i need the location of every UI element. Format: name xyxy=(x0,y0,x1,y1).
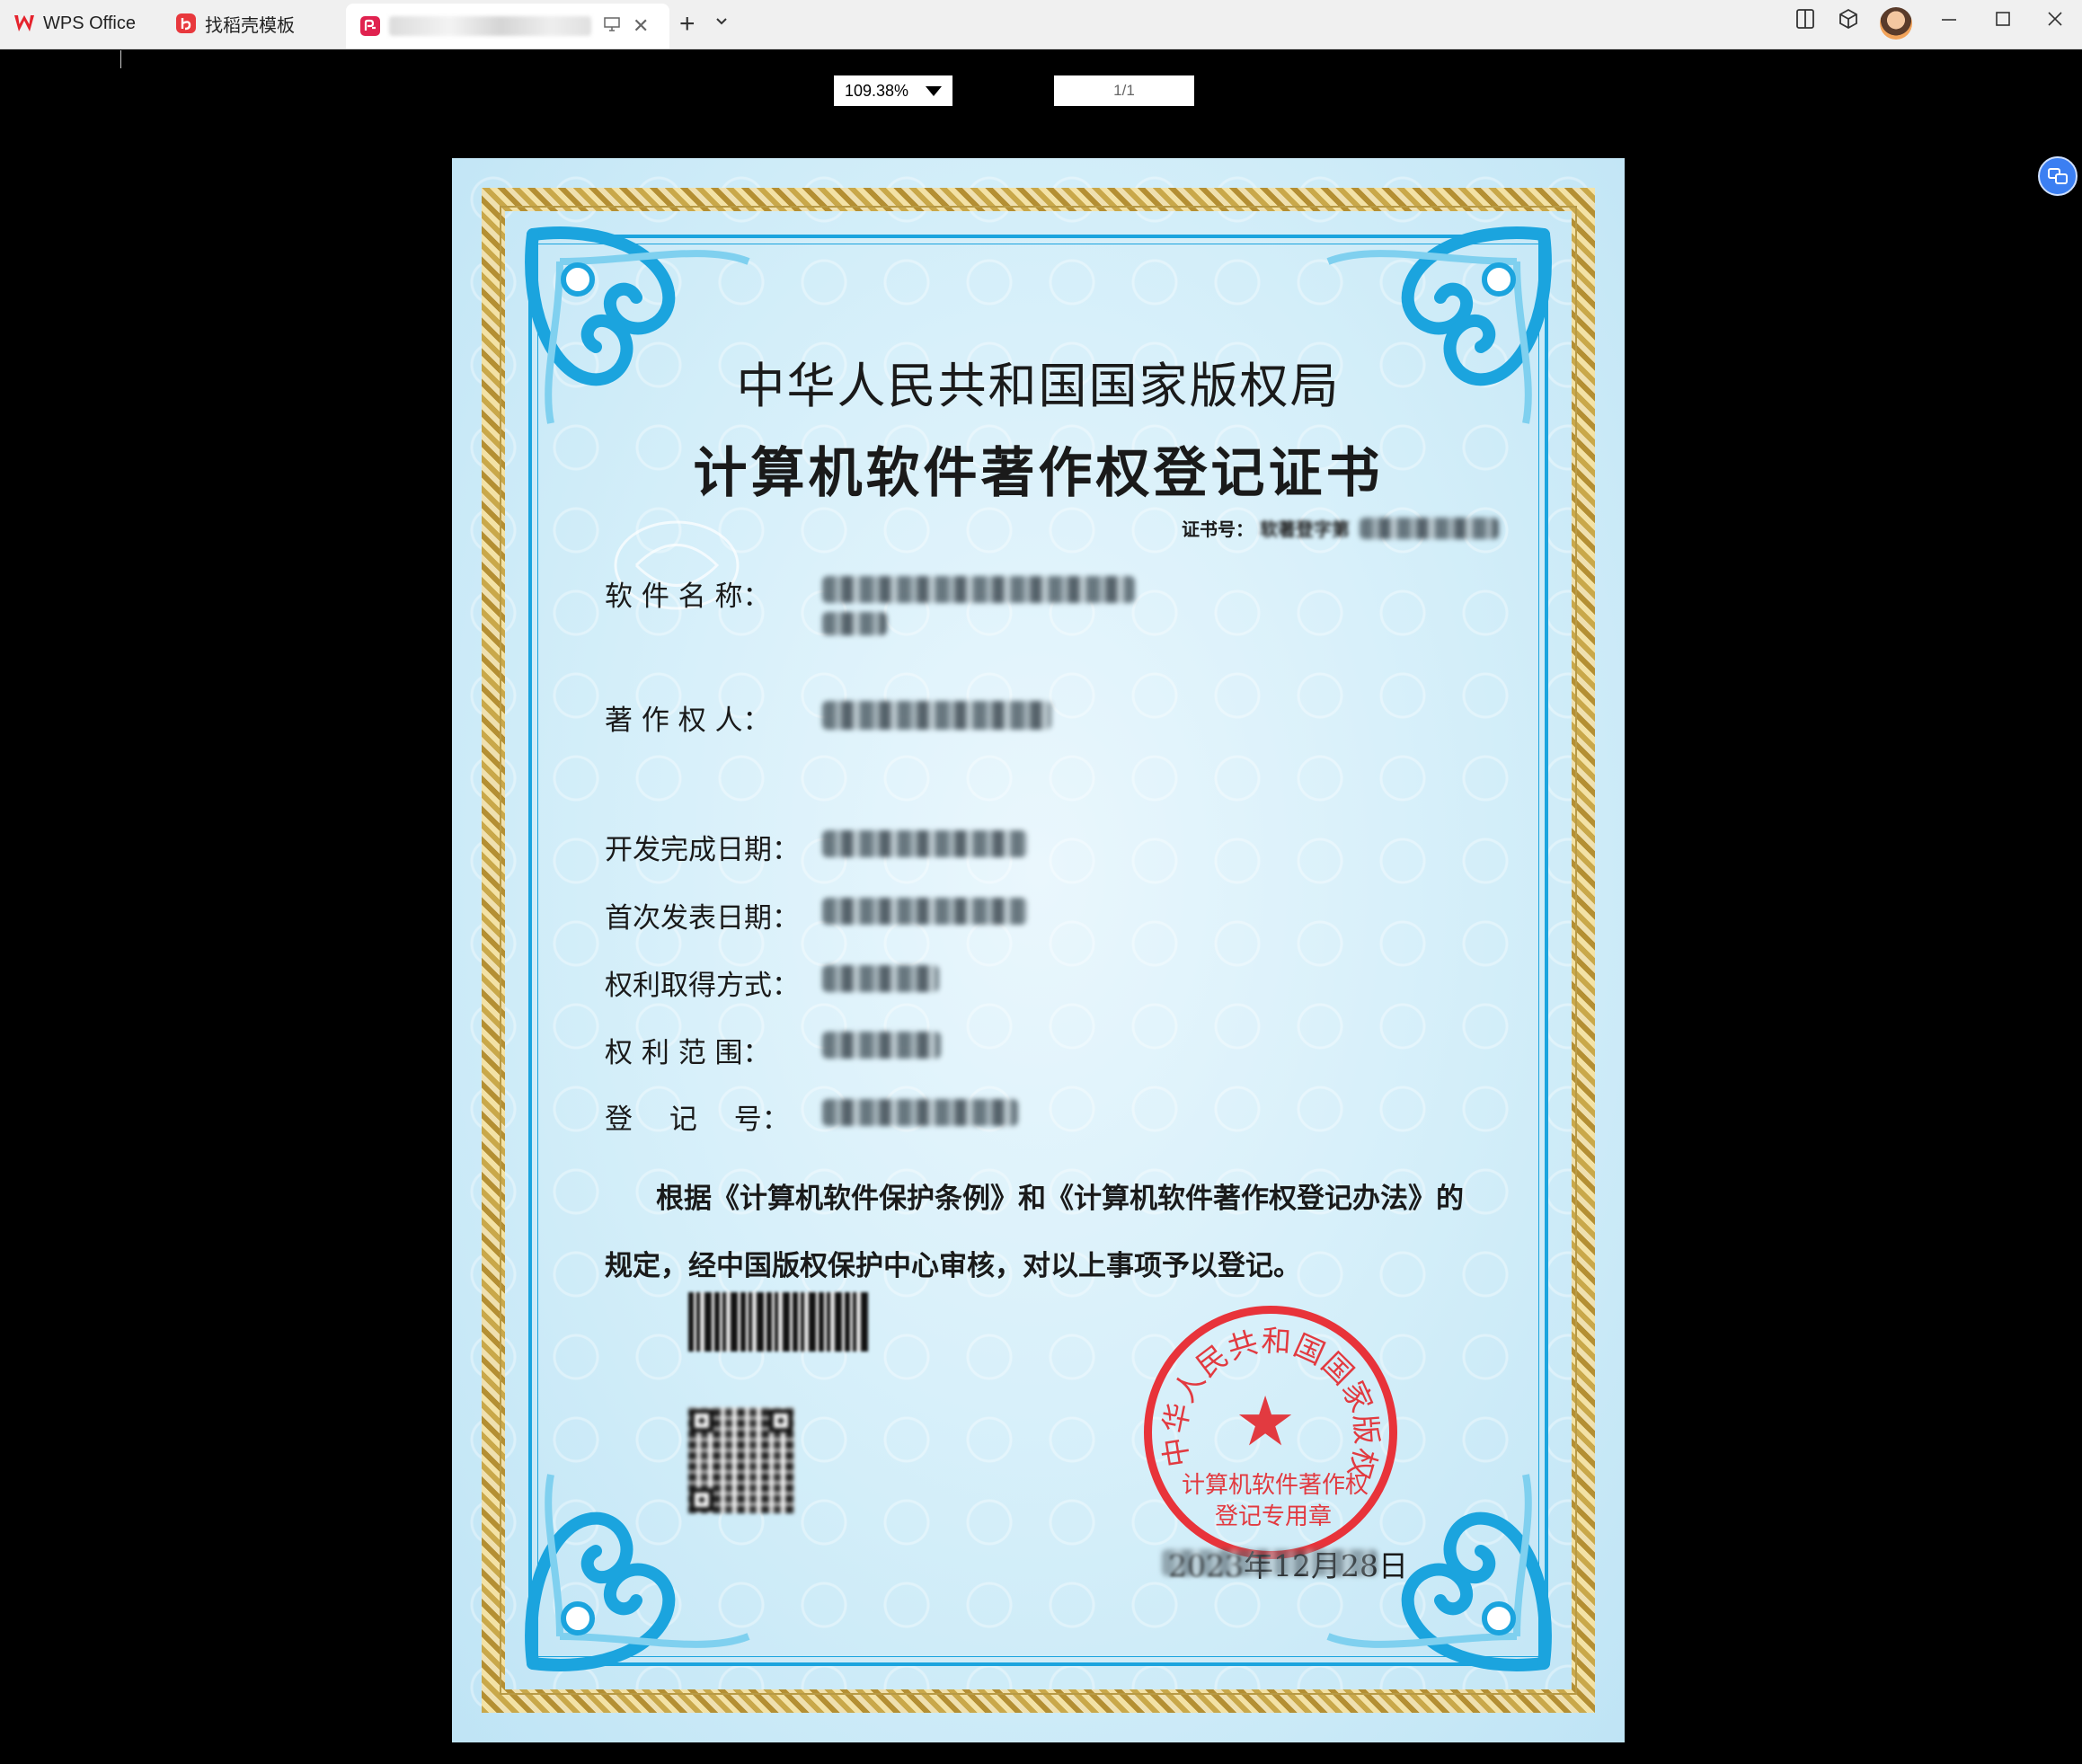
label-completion-date: 开发完成日期： xyxy=(605,834,800,866)
cert-no-label: 证书号： xyxy=(1182,519,1254,540)
label-rights-scope: 权 利 范 围： xyxy=(605,1037,771,1069)
tab-label: WPS Office xyxy=(43,13,136,33)
label-acquisition-method: 权利取得方式： xyxy=(605,970,800,1002)
seal-star-icon: ★ xyxy=(1235,1381,1297,1461)
barcode xyxy=(688,1292,868,1352)
text-cursor xyxy=(120,50,121,68)
cube-icon[interactable] xyxy=(1837,7,1860,36)
cert-no-value: 软著登字第 xyxy=(1259,519,1350,540)
wps-logo-icon xyxy=(13,12,36,35)
redacted-rights-scope xyxy=(822,1032,941,1059)
pdf-logo-icon xyxy=(359,14,382,38)
minimize-icon[interactable] xyxy=(1939,7,1959,36)
docer-logo-icon xyxy=(174,12,198,35)
tab-pdf-document[interactable]: ✕ xyxy=(346,4,669,49)
tab-wps-office[interactable]: WPS Office xyxy=(0,4,155,43)
official-seal: 中华人民共和国国家版权局 ★ 计算机软件著作权 登记专用章 xyxy=(1144,1306,1397,1559)
redacted-cert-no xyxy=(1360,518,1499,539)
tab-label: 找稻壳模板 xyxy=(205,15,295,36)
tab-title-redacted xyxy=(389,16,591,36)
redacted-publish-date xyxy=(822,898,1027,925)
seal-line-2: 登记专用章 xyxy=(1215,1503,1333,1530)
page-indicator-text: 1/1 xyxy=(1113,82,1135,99)
seal-line-1: 计算机软件著作权 xyxy=(1182,1472,1369,1499)
redacted-copyright-owner xyxy=(822,701,1051,730)
label-registration-no: 登 记 号： xyxy=(605,1104,790,1136)
statement-line-2: 规定，经中国版权保护中心审核，对以上事项予以登记。 xyxy=(605,1250,1301,1282)
redacted-software-name-2 xyxy=(822,612,887,635)
zoom-select[interactable]: 109.38% xyxy=(834,75,952,106)
dropdown-arrow-icon xyxy=(926,86,942,96)
page-indicator-input[interactable]: 1/1 xyxy=(1054,75,1194,106)
redacted-acquisition-method xyxy=(822,965,939,992)
translate-tool-icon[interactable] xyxy=(2038,156,2078,196)
label-copyright-owner: 著 作 权 人： xyxy=(605,705,771,737)
close-window-icon[interactable] xyxy=(2045,7,2065,36)
qr-code xyxy=(688,1407,794,1513)
redacted-software-name xyxy=(822,576,1135,603)
title-bar: WPS Office 找稻壳模板 ✕ + xyxy=(0,0,2082,49)
close-tab-icon[interactable]: ✕ xyxy=(633,14,649,38)
tab-docer-templates[interactable]: 找稻壳模板 xyxy=(162,4,338,43)
label-publish-date: 首次发表日期： xyxy=(605,902,800,935)
label-software-name: 软 件 名 称： xyxy=(605,581,771,613)
maximize-icon[interactable] xyxy=(1993,7,2013,36)
redacted-date xyxy=(1162,1549,1378,1576)
avatar[interactable] xyxy=(1880,7,1912,40)
certificate-title: 计算机软件著作权登记证书 xyxy=(693,442,1384,505)
zoom-value: 109.38% xyxy=(845,81,909,100)
chevron-down-icon[interactable] xyxy=(715,14,728,31)
issuing-authority: 中华人民共和国国家版权局 xyxy=(736,358,1341,414)
new-tab-button[interactable]: + xyxy=(679,9,695,40)
certificate-number: 证书号： 软著登字第 xyxy=(1182,515,1350,541)
statement-line-1: 根据《计算机软件保护条例》和《计算机软件著作权登记办法》的 xyxy=(656,1183,1464,1215)
redacted-registration-no xyxy=(822,1099,1018,1126)
reading-mode-icon[interactable] xyxy=(1794,7,1816,36)
monitor-icon[interactable] xyxy=(604,16,620,36)
redacted-completion-date xyxy=(822,830,1027,857)
certificate-page: 中华人民共和国国家版权局 计算机软件著作权登记证书 证书号： 软著登字第 软 件… xyxy=(452,158,1625,1742)
